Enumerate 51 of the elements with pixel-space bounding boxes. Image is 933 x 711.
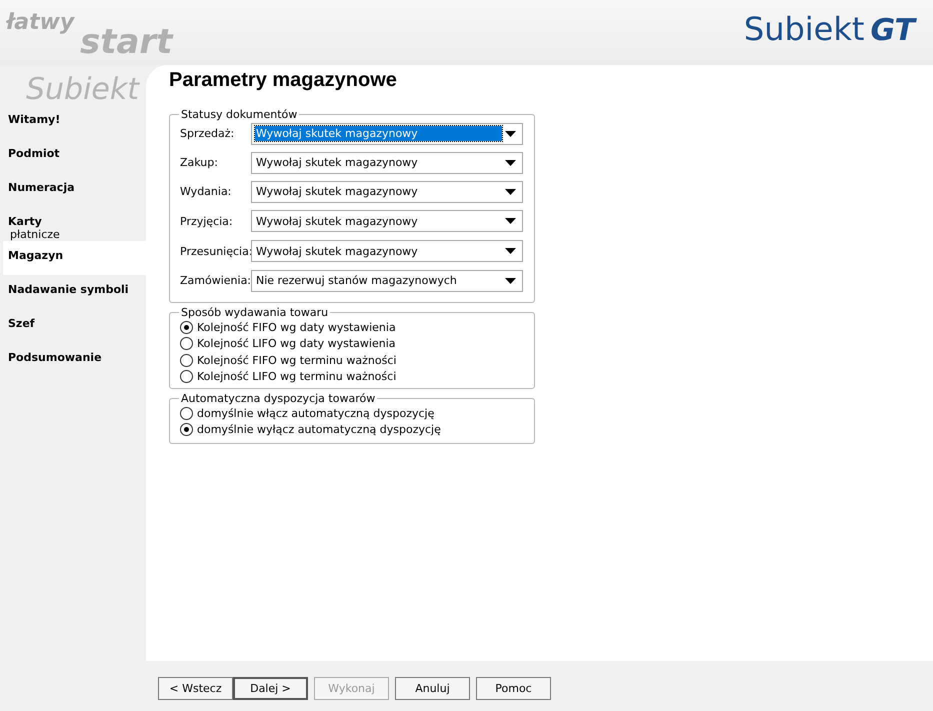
wizard-button[interactable]: Dalej > <box>233 677 308 700</box>
group-title: Statusy dokumentów <box>180 108 298 121</box>
caret-icon <box>505 188 516 194</box>
dropdown[interactable]: Wywołaj skutek magazynowy <box>251 240 523 262</box>
radio-button[interactable] <box>180 370 193 384</box>
field-label: Wydania: <box>180 185 232 198</box>
wizard-button[interactable]: < Wstecz <box>158 677 233 700</box>
page-title: Parametry magazynowe <box>169 69 398 92</box>
caret-icon <box>505 218 516 224</box>
group-title: Sposób wydawania towaru <box>180 306 330 319</box>
radio-label: Kolejność FIFO wg terminu ważności <box>197 354 396 367</box>
sidebar-item[interactable]: Szef <box>3 309 146 343</box>
radio-label: Kolejność LIFO wg terminu ważności <box>197 370 396 384</box>
logo-text: Subiekt <box>744 10 864 48</box>
sidebar-item[interactable]: Karty płatnicze <box>3 207 146 241</box>
caret-icon <box>505 248 516 254</box>
sidebar-item[interactable]: Nadawanie symboli <box>3 275 146 309</box>
radio-button[interactable] <box>180 354 193 367</box>
banner-art-text: łatwy <box>6 10 74 35</box>
field-label: Przyjęcia: <box>180 214 234 228</box>
caret-icon <box>505 160 516 166</box>
logo-suffix: GT <box>870 13 915 48</box>
radio-button[interactable] <box>180 423 193 436</box>
sidebar-item[interactable]: Podsumowanie <box>3 343 146 377</box>
field-label: Zakup: <box>180 156 219 169</box>
radio-label: Kolejność LIFO wg daty wystawienia <box>197 337 396 350</box>
wizard-button[interactable]: Anuluj <box>395 677 470 700</box>
radio-button[interactable] <box>180 337 193 350</box>
dropdown[interactable]: Wywołaj skutek magazynowy <box>251 210 523 232</box>
caret-icon <box>505 278 516 284</box>
dropdown[interactable]: Wywołaj skutek magazynowy <box>251 152 523 174</box>
sidebar-item[interactable]: Podmiot <box>3 139 146 173</box>
radio-button[interactable] <box>180 320 193 334</box>
group-title: Automatyczna dyspozycja towarów <box>180 392 376 405</box>
dropdown[interactable]: Wywołaj skutek magazynowy <box>251 122 523 144</box>
field-label: Przesunięcia: <box>180 244 251 258</box>
wizard-button[interactable]: Pomoc <box>476 677 551 700</box>
banner-art-text: Subiekt <box>26 72 140 107</box>
radio-label: domyślnie włącz automatyczną dyspozycję <box>197 406 434 420</box>
banner-art-text: start <box>80 22 172 62</box>
sidebar-item[interactable]: Witamy! <box>3 105 146 139</box>
sidebar-item[interactable]: Numeracja <box>3 173 146 207</box>
radio-button[interactable] <box>180 406 193 420</box>
dropdown[interactable]: Wywołaj skutek magazynowy <box>251 180 523 202</box>
radio-label: domyślnie wyłącz automatyczną dyspozycję <box>197 423 441 436</box>
field-label: Zamówienia: <box>180 274 251 287</box>
dropdown[interactable]: Nie rezerwuj stanów magazynowych <box>251 270 523 292</box>
field-label: Sprzedaż: <box>180 127 236 140</box>
radio-label: Kolejność FIFO wg daty wystawienia <box>197 320 396 334</box>
sidebar-item[interactable]: Magazyn <box>3 241 146 275</box>
caret-icon <box>505 130 516 136</box>
